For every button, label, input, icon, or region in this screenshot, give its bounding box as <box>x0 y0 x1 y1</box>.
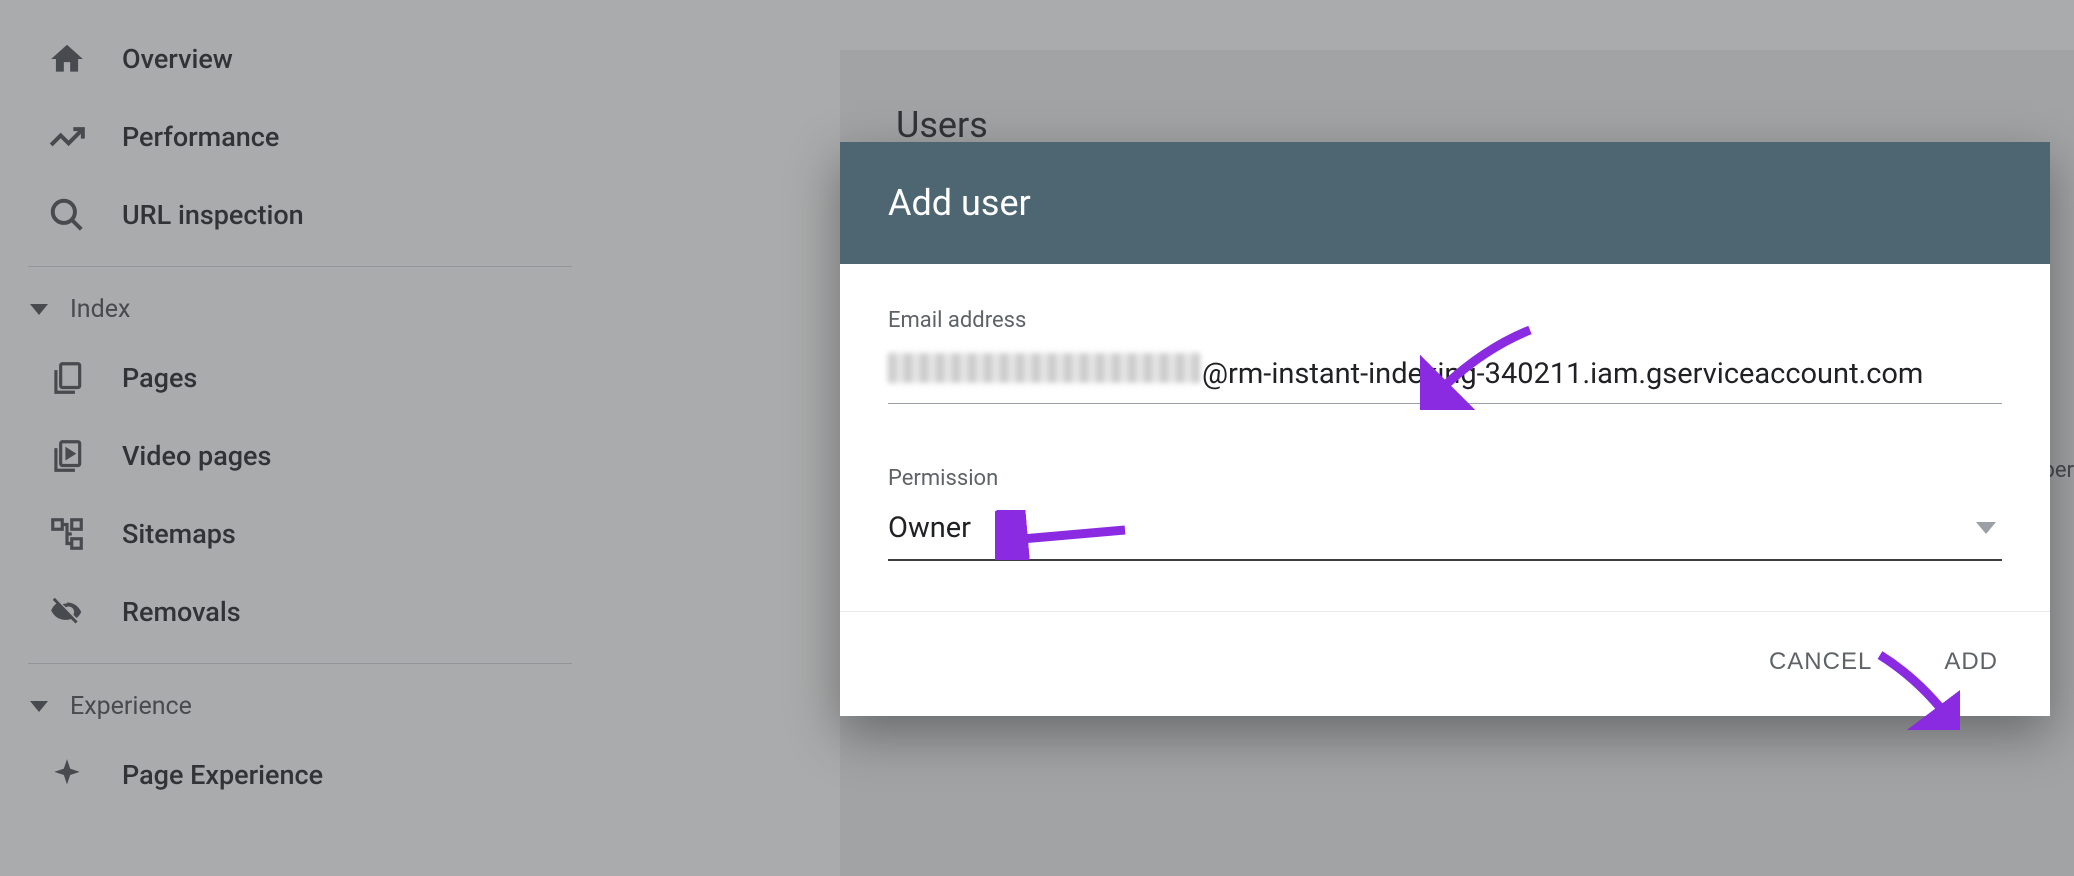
email-label: Email address <box>888 308 2002 333</box>
email-value-domain: @rm-instant-indexing-340211.iam.gservice… <box>1202 357 1923 391</box>
email-redacted-local <box>888 353 1200 383</box>
cancel-button[interactable]: CANCEL <box>1765 640 1876 684</box>
modal-header: Add user <box>840 142 2050 264</box>
add-user-modal: Add user Email address @rm-instant-index… <box>840 142 2050 716</box>
email-field[interactable]: @rm-instant-indexing-340211.iam.gservice… <box>888 353 2002 404</box>
dropdown-caret-icon <box>1976 522 1996 534</box>
modal-body: Email address @rm-instant-indexing-34021… <box>840 264 2050 611</box>
modal-footer: CANCEL ADD <box>840 611 2050 716</box>
permission-label: Permission <box>888 466 2002 491</box>
permission-select[interactable]: Owner <box>888 511 2002 561</box>
modal-title: Add user <box>888 182 2002 224</box>
add-button[interactable]: ADD <box>1940 640 2002 684</box>
permission-value: Owner <box>888 511 971 545</box>
